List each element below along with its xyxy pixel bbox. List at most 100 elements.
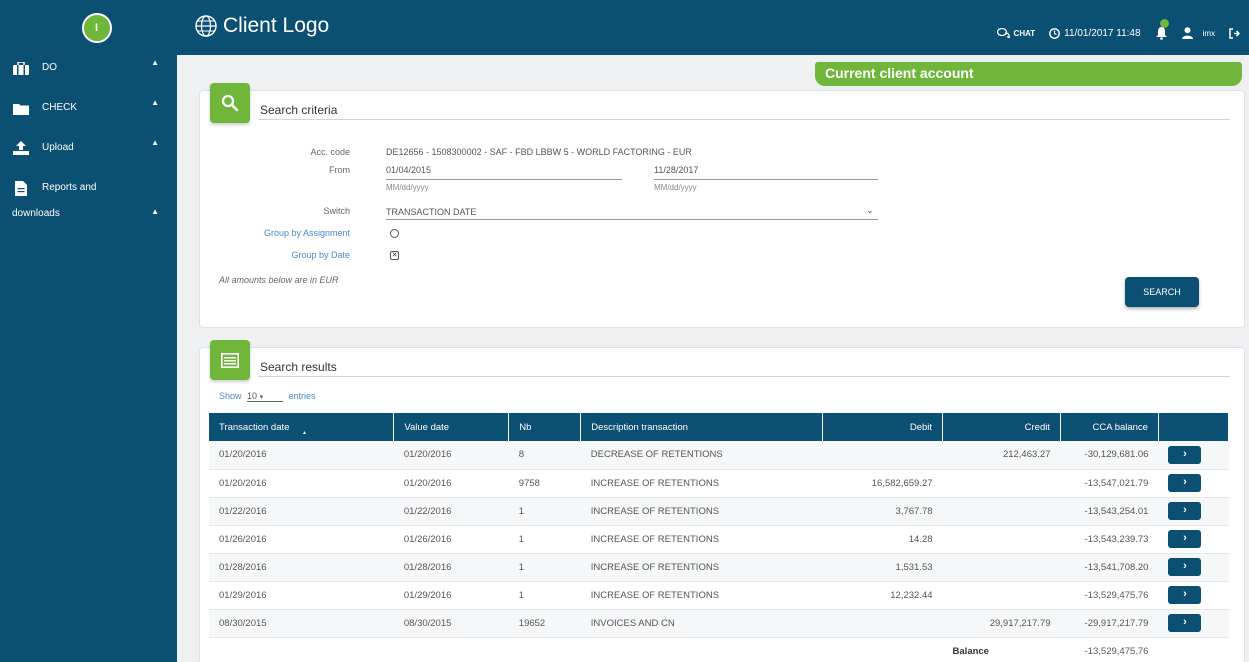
cell-action: › [1158,553,1229,582]
user-icon [1181,27,1193,39]
entries-select[interactable]: 10 ▾ [247,391,284,402]
row-detail-button[interactable]: › [1168,445,1202,464]
globe-icon [195,15,217,37]
col-credit[interactable]: Credit [942,413,1061,441]
topbar: Client Logo CHAT 11/01/2017 11:48 imx [177,0,1249,55]
row-detail-button[interactable]: › [1168,502,1202,520]
col-value-date[interactable]: Value date [393,413,510,441]
cell-credit [942,553,1061,582]
results-table: Transaction date Value date Nb Descripti… [209,413,1230,662]
cell-nb: 1 [508,553,581,582]
cell-credit: 212,463.27 [942,441,1061,470]
sidebar-item-upload[interactable]: Upload ▲ [0,135,177,175]
group-date-checkbox[interactable]: ✕ [390,251,399,260]
table-row: 01/26/2016 01/26/2016 1 INCREASE OF RETE… [209,525,1229,554]
sidebar-item-check[interactable]: CHECK ▲ [0,95,177,135]
col-cca-balance[interactable]: CCA balance [1060,413,1159,441]
cell-cca-balance: -13,543,254.01 [1060,497,1159,526]
sidebar-item-label: Upload [42,142,74,153]
group-date-label: Group by Date [291,250,350,260]
search-button[interactable]: SEARCH [1125,277,1199,307]
switch-underline [386,219,878,220]
cell-cca-balance: -13,529,475.76 [1060,581,1159,610]
cell-cca-balance: -13,541,708.20 [1060,553,1159,582]
group-assignment-radio[interactable] [390,229,399,238]
table-header-row: Transaction date Value date Nb Descripti… [209,413,1230,441]
caret-up-icon: ▲ [151,138,159,147]
cell-value-date: 01/22/2016 [393,497,509,526]
cell-nb: 1 [508,581,581,610]
cell-description: INCREASE OF RETENTIONS [580,525,823,554]
to-date-underline [654,179,878,180]
cell-description: INCREASE OF RETENTIONS [580,553,823,582]
cell-credit [942,469,1061,498]
row-detail-button[interactable]: › [1168,586,1202,604]
sidebar-item-reports[interactable]: Reports and downloads ▲ [0,175,177,235]
cell-value-date: 01/29/2016 [393,581,509,610]
avatar-area: I [0,0,177,55]
user-menu[interactable]: imx [1181,27,1215,39]
notification-badge [1159,19,1169,28]
cell-action: › [1158,441,1229,470]
row-detail-button[interactable]: › [1168,530,1202,548]
col-transaction-date[interactable]: Transaction date [209,413,395,441]
row-detail-button[interactable]: › [1168,614,1202,632]
logo-text: Client Logo [223,14,330,37]
current-client-account-tab[interactable]: Current client account [815,62,1242,86]
col-debit[interactable]: Debit [822,413,944,441]
cell-value-date: 08/30/2015 [393,609,509,638]
sidebar-item-do[interactable]: DO ▲ [0,55,177,95]
divider [258,119,1230,120]
bell-icon [1155,27,1167,40]
sidebar-item-label: Reports and [42,182,97,193]
client-logo[interactable]: Client Logo [195,14,329,38]
logout-button[interactable] [1229,27,1241,39]
table-row: 01/29/2016 01/29/2016 1 INCREASE OF RETE… [209,581,1229,610]
to-date-input[interactable]: 11/28/2017 [654,165,698,175]
cell-credit [942,525,1061,554]
main-content: Current client account Search criteria A… [177,55,1249,662]
chat-button[interactable]: CHAT [996,28,1035,38]
search-results-title: Search results [260,360,337,374]
chevron-down-icon[interactable]: ⌄ [866,205,874,216]
col-action [1158,413,1230,441]
cell-description: DECREASE OF RETENTIONS [580,441,823,470]
cell-debit: 14.28 [822,525,943,554]
from-label: From [329,165,350,175]
switch-select[interactable]: TRANSACTION DATE [386,207,476,217]
from-date-input[interactable]: 01/04/2015 [386,165,431,175]
cell-value-date: 01/28/2016 [393,553,509,582]
cell-transaction-date: 01/26/2016 [209,525,394,554]
col-nb[interactable]: Nb [508,413,582,441]
cell-credit: 29,917,217.79 [942,609,1061,638]
cell-debit: 1,531.53 [822,553,943,582]
cell-transaction-date: 08/30/2015 [209,609,394,638]
balance-row: Balance -13,529,475.76 [209,637,1229,662]
cell-debit [822,609,943,638]
switch-label: Switch [323,206,350,216]
search-icon [210,83,250,123]
row-detail-button[interactable]: › [1168,474,1202,492]
table-row: 01/28/2016 01/28/2016 1 INCREASE OF RETE… [209,553,1229,582]
notifications-button[interactable] [1155,19,1169,40]
user-name: imx [1202,28,1215,38]
cell-nb: 8 [508,441,581,470]
sidebar-item-label-2: downloads [12,208,60,219]
from-date-hint: MM/dd/yyyy [386,183,429,192]
entries-label: entries [288,391,316,401]
cell-action: › [1158,497,1229,526]
cell-nb: 19652 [508,609,581,638]
sidebar-item-label: CHECK [42,102,78,113]
row-detail-button[interactable]: › [1168,558,1202,576]
cell-cca-balance: -30,129,681.06 [1060,441,1159,470]
cell-action: › [1158,609,1229,638]
caret-up-icon: ▲ [151,58,159,67]
cell-nb: 1 [508,497,581,526]
cell-debit: 3,767.78 [822,497,943,526]
cell-action: › [1158,525,1229,554]
avatar[interactable]: I [81,12,112,43]
sidebar-item-label: DO [42,62,57,73]
logout-icon [1229,27,1241,39]
col-description[interactable]: Description transaction [580,413,824,441]
cell-action: › [1158,581,1229,610]
